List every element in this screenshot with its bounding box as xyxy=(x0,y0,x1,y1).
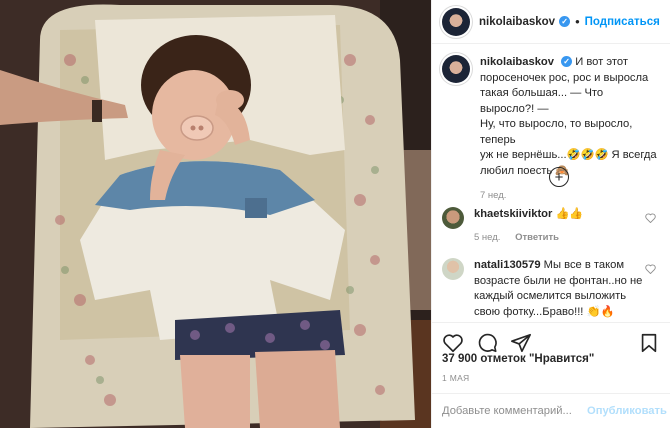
comment-item: khaetskiiviktor 👍👍 5 нед. Ответить xyxy=(442,207,660,245)
reply-button[interactable]: Ответить xyxy=(515,232,559,243)
heart-icon[interactable] xyxy=(645,264,656,274)
caption-text-line: И вот этот xyxy=(575,56,628,68)
childhood-photo-image xyxy=(0,0,431,428)
commenter-username[interactable]: natali130579 xyxy=(474,259,541,271)
likes-count[interactable]: 37 900 отметок "Нравится" xyxy=(442,353,594,365)
comment-text-line: возрасте были не фонтан..но не xyxy=(474,274,643,287)
caption-username[interactable]: nikolaibaskov xyxy=(480,56,554,68)
comment-text-line: Мы все в таком xyxy=(543,259,625,271)
comment-meta: 5 нед. Ответить xyxy=(474,230,646,246)
caption-text-line: поросеночек рос, рос и выросла xyxy=(480,71,649,84)
comment-text: 👍👍 xyxy=(555,208,584,220)
author-username[interactable]: nikolaibaskov xyxy=(479,16,555,28)
commenter-username[interactable]: khaetskiiviktor xyxy=(474,208,552,220)
header-separator: • xyxy=(575,14,580,29)
commenter-avatar[interactable] xyxy=(442,207,464,229)
add-comment-bar: Опубликовать xyxy=(432,393,670,428)
commenter-avatar[interactable] xyxy=(442,258,464,280)
post-header: nikolaibaskov ✓ • Подписаться xyxy=(432,0,670,44)
comment-input[interactable] xyxy=(442,405,587,417)
follow-button[interactable]: Подписаться xyxy=(585,16,660,28)
author-avatar[interactable] xyxy=(442,7,470,36)
add-circle-icon[interactable]: + xyxy=(549,167,569,187)
caption-text-line: уж не вернёшь...🤣🤣🤣 Я всегда xyxy=(480,149,657,161)
verified-icon: ✓ xyxy=(561,56,573,67)
comment-time[interactable]: 5 нед. xyxy=(474,232,500,243)
caption-text-line: такая большая... — Что выросло?! — xyxy=(480,87,604,115)
publish-button[interactable]: Опубликовать xyxy=(587,405,667,417)
heart-icon[interactable] xyxy=(645,213,656,223)
post-date[interactable]: 1 МАЯ xyxy=(442,373,469,383)
caption-text-line: Ну, что выросло, то выросло, теперь xyxy=(480,118,633,146)
verified-icon: ✓ xyxy=(559,16,571,27)
comment-body: natali130579 Мы все в таком возрасте был… xyxy=(474,258,646,320)
caption-body: nikolaibaskov ✓ И вот этот поросеночек р… xyxy=(480,55,660,204)
comment-icon[interactable] xyxy=(476,332,498,354)
share-icon[interactable] xyxy=(510,332,532,354)
comments-area: nikolaibaskov ✓ И вот этот поросеночек р… xyxy=(432,45,670,320)
heart-icon[interactable] xyxy=(442,332,464,354)
post-photo[interactable] xyxy=(0,0,431,428)
comment-text-line: каждый осмелится выложить xyxy=(474,290,627,302)
caption-time[interactable]: 7 нед. xyxy=(480,188,660,204)
caption-text-line: любил поесть 🙈 xyxy=(480,164,570,177)
bookmark-icon[interactable] xyxy=(638,332,660,354)
comment-text-line: свою фотку...Браво!!! 👏🔥 xyxy=(474,305,615,318)
comment-body: khaetskiiviktor 👍👍 5 нед. Ответить xyxy=(474,207,646,245)
post-side-panel: nikolaibaskov ✓ • Подписаться nikolaibas… xyxy=(431,0,670,428)
comment-item: natali130579 Мы все в таком возрасте был… xyxy=(442,258,660,320)
caption-author-avatar[interactable] xyxy=(442,55,470,83)
